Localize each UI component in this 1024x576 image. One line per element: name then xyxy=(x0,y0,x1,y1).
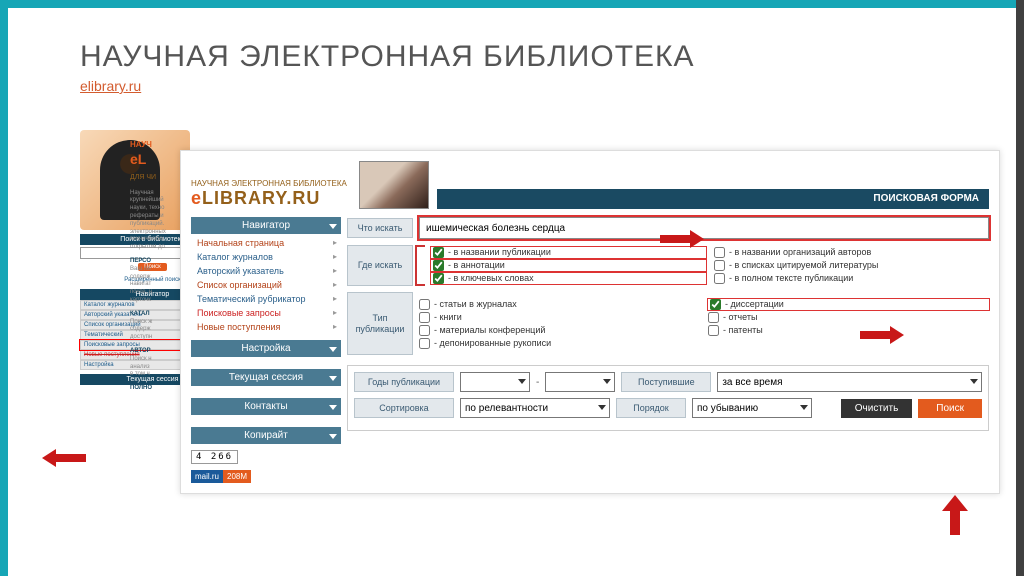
nav-item-orgs[interactable]: Список организаций xyxy=(191,278,341,292)
search-query-input[interactable] xyxy=(419,217,989,239)
chk-type-reports[interactable]: - отчеты xyxy=(708,312,989,323)
mailru-counter: 4 266 xyxy=(191,450,341,464)
bracket-icon xyxy=(415,245,425,286)
mailru-badge: mail.ru xyxy=(191,470,223,483)
type-label: Тип публикации xyxy=(347,292,413,356)
chk-in-fulltext[interactable]: - в полном тексте публикации xyxy=(714,273,989,284)
order-select[interactable]: по убыванию xyxy=(692,398,812,418)
sort-select[interactable]: по релевантности xyxy=(460,398,610,418)
nav-head-contacts[interactable]: Контакты xyxy=(191,398,341,415)
chk-in-keywords[interactable]: - в ключевых словах xyxy=(431,273,706,284)
chk-type-deposited[interactable]: - депонированные рукописи xyxy=(419,338,700,349)
nav-head-session[interactable]: Текущая сессия xyxy=(191,369,341,386)
nav-head-copyright[interactable]: Копирайт xyxy=(191,427,341,444)
slide-link[interactable]: elibrary.ru xyxy=(80,78,141,94)
nav-item-catalog[interactable]: Каталог журналов xyxy=(191,250,341,264)
chk-type-dissertations[interactable]: - диссертации xyxy=(708,299,989,310)
navigator-sidebar: Навигатор Начальная страница Каталог жур… xyxy=(191,217,341,483)
nav-item-new[interactable]: Новые поступления xyxy=(191,320,341,334)
sort-label: Сортировка xyxy=(354,398,454,418)
year-from-select[interactable] xyxy=(460,372,530,392)
arrow-icon xyxy=(42,449,86,467)
received-select[interactable]: за все время xyxy=(717,372,982,392)
nav-item-search-queries[interactable]: Поисковые запросы xyxy=(191,306,341,320)
years-label: Годы публикации xyxy=(354,372,454,392)
where-label: Где искать xyxy=(347,245,413,286)
year-to-select[interactable] xyxy=(545,372,615,392)
chk-type-books[interactable]: - книги xyxy=(419,312,700,323)
chk-in-title[interactable]: - в названии публикации xyxy=(431,247,706,258)
elibrary-logo: НАУЧНАЯ ЭЛЕКТРОННАЯ БИБЛИОТЕКА eLIBRARY.… xyxy=(191,180,351,209)
form-title-bar: ПОИСКОВАЯ ФОРМА xyxy=(437,189,989,209)
search-button[interactable]: Поиск xyxy=(918,399,982,418)
header-photo xyxy=(359,161,429,209)
nav-item-authors[interactable]: Авторский указатель xyxy=(191,264,341,278)
nav-head-navigator[interactable]: Навигатор xyxy=(191,217,341,234)
nav-head-settings[interactable]: Настройка xyxy=(191,340,341,357)
arrow-icon xyxy=(860,326,904,344)
chk-type-articles[interactable]: - статьи в журналах xyxy=(419,299,700,310)
dash: - xyxy=(536,377,539,388)
arrow-icon xyxy=(660,230,704,248)
order-label: Порядок xyxy=(616,398,686,418)
nav-item-thematic[interactable]: Тематический рубрикатор xyxy=(191,292,341,306)
mailru-number: 208M xyxy=(223,470,251,483)
filters-box: Годы публикации - Поступившие за все вре… xyxy=(347,365,989,431)
search-form-panel: НАУЧНАЯ ЭЛЕКТРОННАЯ БИБЛИОТЕКА eLIBRARY.… xyxy=(180,150,1000,494)
slide-title: НАУЧНАЯ ЭЛЕКТРОННАЯ БИБЛИОТЕКА xyxy=(80,40,695,74)
chk-in-refs[interactable]: - в списках цитируемой литературы xyxy=(714,260,989,271)
chk-type-patents[interactable]: - патенты xyxy=(708,325,989,336)
what-label: Что искать xyxy=(347,218,413,239)
nav-item-home[interactable]: Начальная страница xyxy=(191,236,341,250)
chk-in-org-name[interactable]: - в названии организаций авторов xyxy=(714,247,989,258)
chk-in-abstract[interactable]: - в аннотации xyxy=(431,260,706,271)
arrow-icon xyxy=(940,495,970,535)
chk-type-conf[interactable]: - материалы конференций xyxy=(419,325,700,336)
clear-button[interactable]: Очистить xyxy=(841,399,913,418)
search-form: Что искать Где искать - в названии публи… xyxy=(347,217,989,483)
received-label: Поступившие xyxy=(621,372,711,392)
